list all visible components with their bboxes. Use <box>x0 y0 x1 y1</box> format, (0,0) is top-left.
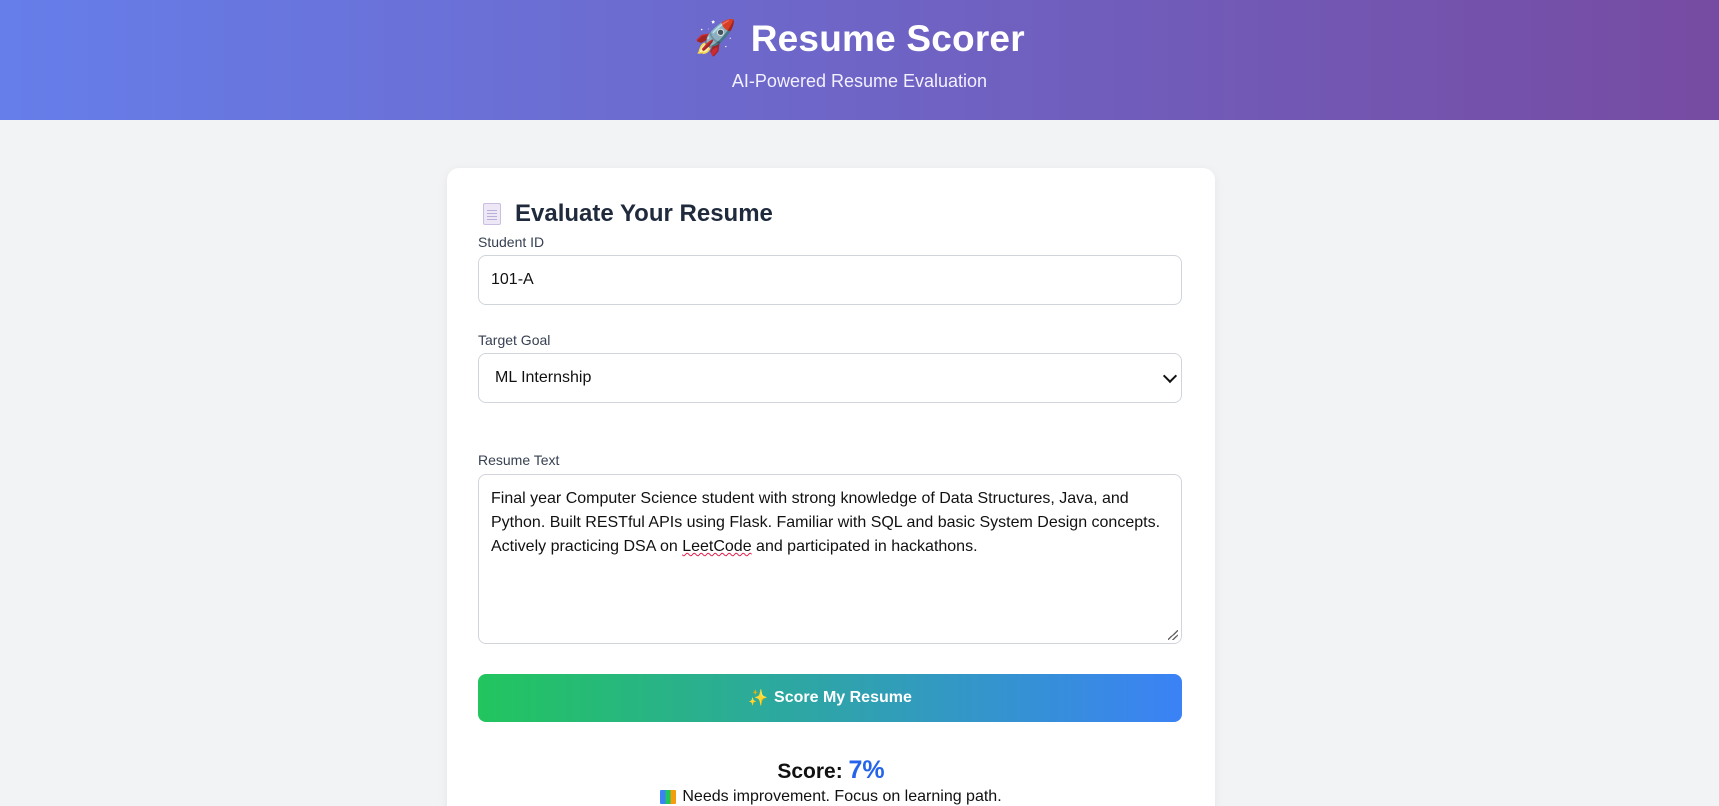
score-feedback: Needs improvement. Focus on learning pat… <box>447 788 1215 806</box>
resume-textarea[interactable]: Final year Computer Science student with… <box>478 474 1182 644</box>
books-icon <box>660 790 677 804</box>
target-goal-label: Target Goal <box>478 332 551 348</box>
resume-text-part2: and participated in hackathons. <box>751 538 978 555</box>
target-goal-value: ML Internship <box>495 369 592 386</box>
score-button-label: Score My Resume <box>774 689 912 706</box>
student-id-value: 101-A <box>491 271 534 288</box>
card-title-text: Evaluate Your Resume <box>515 200 773 227</box>
app-title: 🚀 Resume Scorer <box>0 18 1719 60</box>
target-goal-select[interactable]: ML Internship <box>478 353 1182 403</box>
sparkles-icon: ✨ <box>748 690 769 707</box>
app-header: 🚀 Resume Scorer AI-Powered Resume Evalua… <box>0 0 1719 120</box>
chevron-down-icon <box>1162 368 1178 384</box>
score-resume-button[interactable]: ✨ Score My Resume <box>478 674 1182 722</box>
rocket-icon: 🚀 <box>694 19 737 57</box>
score-result: Score: 7% <box>447 756 1215 785</box>
card-title: Evaluate Your Resume <box>483 200 773 228</box>
student-id-label: Student ID <box>478 234 545 250</box>
app-subtitle: AI-Powered Resume Evaluation <box>731 71 988 91</box>
feedback-text: Needs improvement. Focus on learning pat… <box>682 788 1002 805</box>
resume-text-misspelled: LeetCode <box>682 538 752 555</box>
student-id-input[interactable]: 101-A <box>478 255 1182 305</box>
score-label: Score: <box>777 760 843 783</box>
resize-handle[interactable] <box>1168 630 1178 640</box>
document-icon <box>483 203 501 225</box>
score-value: 7% <box>848 756 885 784</box>
resume-text-label: Resume Text <box>478 452 560 468</box>
evaluate-card: Evaluate Your Resume Student ID 101-A Ta… <box>447 168 1215 806</box>
app-title-text: Resume Scorer <box>750 18 1025 59</box>
